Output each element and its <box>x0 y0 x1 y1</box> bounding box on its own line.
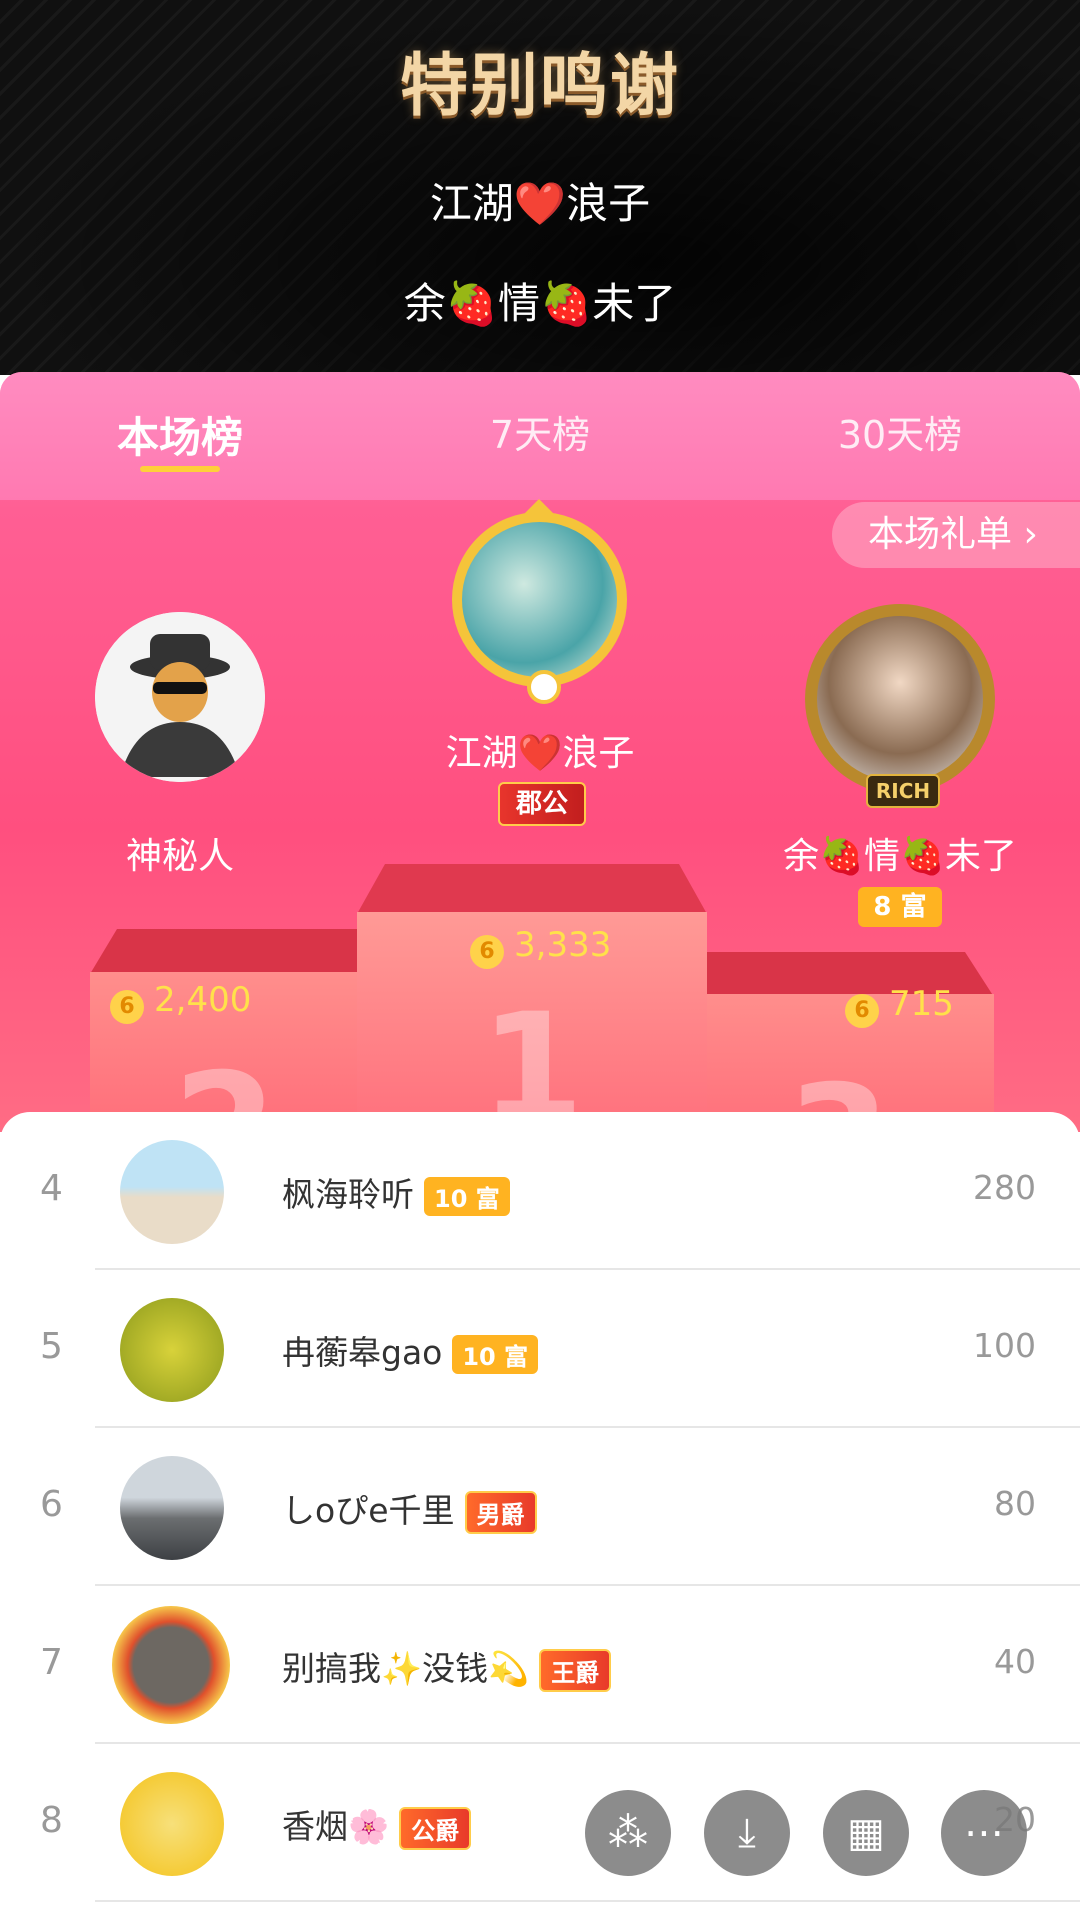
user-name: 香烟🌸 公爵 <box>282 1800 472 1850</box>
gift-value: 80 <box>994 1484 1036 1523</box>
avatar-first-place[interactable] <box>452 512 627 687</box>
noble-badge: 男爵 <box>464 1491 537 1534</box>
avatar-third-place[interactable] <box>805 604 995 794</box>
rank-number: 8 <box>40 1800 63 1841</box>
noble-badge: 公爵 <box>399 1807 472 1850</box>
first-place-noble-badge: 郡公 <box>498 782 586 826</box>
second-place-coins: 6 2,400 <box>110 980 330 1024</box>
podium-number-1: 1 <box>479 982 585 1132</box>
rich-frame-label: RICH <box>866 774 940 808</box>
list-item[interactable]: 4 枫海聆听 10 富 280 <box>0 1112 1080 1270</box>
download-icon[interactable]: ⤓ <box>704 1790 790 1876</box>
rich-level-badge: 10 富 <box>452 1335 539 1374</box>
tab-7-days[interactable]: 7天榜 <box>450 404 630 459</box>
tab-bar: 本场榜 7天榜 30天榜 <box>0 372 1080 500</box>
third-place-name: 余🍓情🍓未了 <box>783 836 1017 877</box>
rank-number: 7 <box>40 1642 63 1683</box>
coin-icon: 6 <box>110 989 144 1024</box>
leaderboard-panel: 本场榜 7天榜 30天榜 本场礼单 › 2 3 1 神秘人 62,400 江湖❤… <box>0 372 1080 1132</box>
coin-icon: 6 <box>470 934 504 969</box>
rank-number: 5 <box>40 1326 63 1367</box>
second-coins-value: 2,400 <box>154 980 252 1020</box>
coin-icon: 6 <box>845 993 879 1028</box>
noble-badge: 王爵 <box>539 1649 612 1692</box>
user-name: しoぴe千里 男爵 <box>282 1484 537 1534</box>
first-place-name: 江湖❤️浪子 <box>445 733 635 774</box>
tab-current-show[interactable]: 本场榜 <box>90 404 270 465</box>
user-name: 别搞我✨没钱💫 王爵 <box>282 1642 612 1692</box>
thanks-name-1: 江湖❤️浪子 <box>429 179 651 228</box>
thanks-name-2: 余🍓情🍓未了 <box>403 279 677 328</box>
gift-list-button[interactable]: 本场礼单 › <box>832 502 1080 568</box>
first-coins-value: 3,333 <box>514 925 612 965</box>
user-name: 冉蘅皋gao 10 富 <box>282 1326 539 1374</box>
third-coins-value: 715 <box>889 984 954 1024</box>
ranking-list: 4 枫海聆听 10 富 280 5 冉蘅皋gao 10 富 100 6 しoぴe千里… <box>0 1112 1080 1920</box>
share-icon[interactable]: ⁂ <box>585 1790 671 1876</box>
user-name: 枫海聆听 10 富 <box>282 1168 510 1216</box>
rank-number: 6 <box>40 1484 63 1525</box>
avatar-second-place[interactable] <box>95 612 265 782</box>
list-item[interactable]: 7 别搞我✨没钱💫 王爵 40 <box>0 1586 1080 1744</box>
rich-level-badge: 10 富 <box>424 1177 510 1216</box>
gift-value: 100 <box>973 1326 1036 1365</box>
divider <box>95 1900 1080 1902</box>
avatar[interactable] <box>120 1456 224 1560</box>
avatar[interactable] <box>120 1140 224 1244</box>
frame-ornament-icon <box>527 670 561 704</box>
podium-first-top <box>357 864 707 914</box>
third-place-coins: 6 715 <box>845 984 1025 1028</box>
anonymous-icon <box>95 612 265 782</box>
gift-value: 280 <box>973 1168 1036 1207</box>
more-icon[interactable]: ⋯ <box>941 1790 1027 1876</box>
rank-number: 4 <box>40 1168 63 1209</box>
gift-value: 40 <box>994 1642 1036 1681</box>
list-item[interactable]: 6 しoぴe千里 男爵 80 <box>0 1428 1080 1586</box>
podium-second-top <box>90 929 360 974</box>
avatar[interactable] <box>120 1772 224 1876</box>
active-tab-indicator <box>140 466 220 472</box>
grid-icon[interactable]: ▦ <box>823 1790 909 1876</box>
first-place-coins: 6 3,333 <box>470 925 690 969</box>
list-item[interactable]: 5 冉蘅皋gao 10 富 100 <box>0 1270 1080 1428</box>
third-place-rich-badge: 8 富 <box>858 887 942 927</box>
second-place-name: 神秘人 <box>125 836 234 877</box>
avatar[interactable] <box>112 1606 230 1724</box>
list-item[interactable]: 8 香烟🌸公爵 20 <box>0 1744 1080 1902</box>
special-thanks-title: 特别鸣谢 <box>399 47 680 126</box>
avatar[interactable] <box>120 1298 224 1402</box>
tab-30-days[interactable]: 30天榜 <box>810 404 990 459</box>
